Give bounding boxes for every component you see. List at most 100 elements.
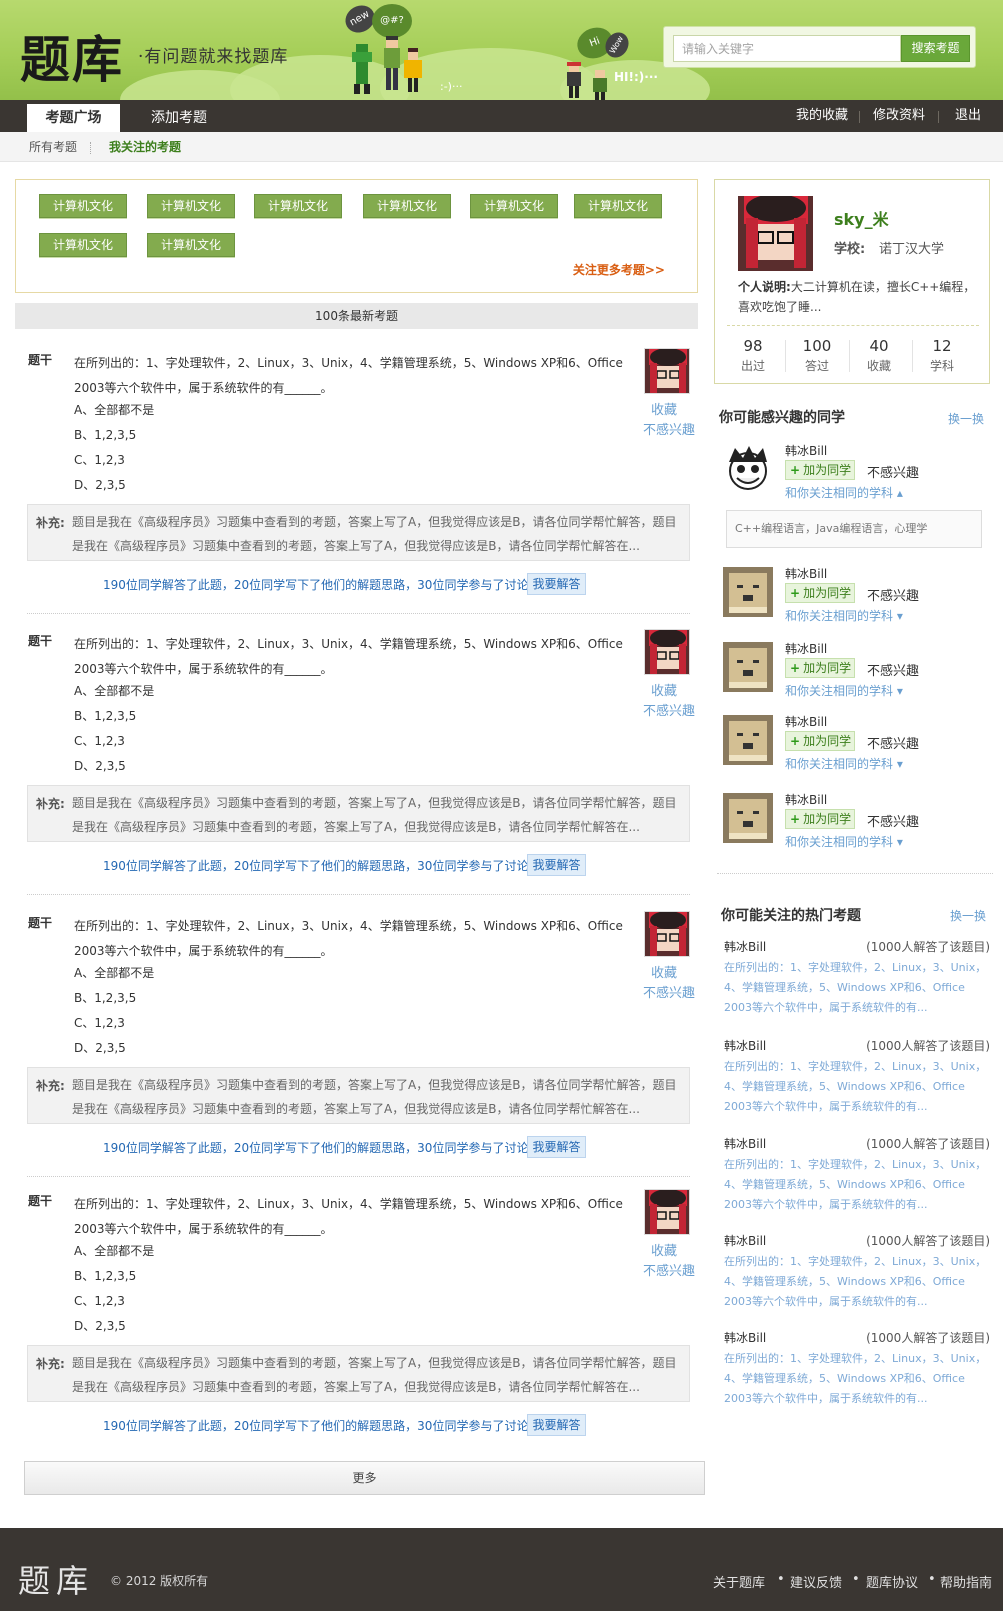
subnav-all-questions[interactable]: 所有考题 xyxy=(29,132,77,162)
collect-link[interactable]: 收藏 xyxy=(651,680,677,699)
hot-refresh-link[interactable]: 换一换 xyxy=(950,907,986,924)
my-favorites-link[interactable]: 我的收藏 xyxy=(796,100,848,132)
subject-tag[interactable]: 计算机文化 xyxy=(147,233,235,257)
site-logo[interactable]: 题库 xyxy=(20,20,124,92)
friends-refresh-link[interactable]: 换一换 xyxy=(948,410,984,427)
shared-subjects-toggle[interactable]: 和你关注相同的学科 ▾ xyxy=(785,607,903,624)
logout-link[interactable]: 退出 xyxy=(955,100,981,132)
friend-name[interactable]: 韩冰Bill xyxy=(785,791,827,808)
hot-question-text[interactable]: 在所列出的：1、字处理软件，2、Linux，3、Unix，4、学籍管理系统，5、… xyxy=(724,958,990,1018)
stat-posted[interactable]: 98 出过 xyxy=(723,337,783,374)
friend-not-interested-link[interactable]: 不感兴趣 xyxy=(867,462,919,481)
question-stats-link[interactable]: 190位同学解答了此题，20位同学写下了他们的解题思路，30位同学参与了讨论 xyxy=(103,1417,528,1434)
hot-question-author[interactable]: 韩冰Bill xyxy=(724,1037,766,1054)
shared-subjects-toggle[interactable]: 和你关注相同的学科 ▴ xyxy=(785,484,903,501)
friend-avatar[interactable] xyxy=(723,793,773,843)
answer-button[interactable]: 我要解答 xyxy=(527,573,586,595)
author-avatar[interactable] xyxy=(644,1189,690,1235)
friend-name[interactable]: 韩冰Bill xyxy=(785,640,827,657)
friend-not-interested-link[interactable]: 不感兴趣 xyxy=(867,811,919,830)
friend-not-interested-link[interactable]: 不感兴趣 xyxy=(867,585,919,604)
option-a: A、全部都不是 xyxy=(74,1244,155,1258)
question-stem[interactable]: 在所列出的：1、字处理软件，2、Linux，3、Unix，4、学籍管理系统，5、… xyxy=(74,632,639,682)
collect-link[interactable]: 收藏 xyxy=(651,399,677,418)
stat-favorites[interactable]: 40 收藏 xyxy=(849,337,909,374)
add-classmate-button[interactable]: + 加为同学 xyxy=(785,583,855,603)
answer-button[interactable]: 我要解答 xyxy=(527,1414,586,1436)
question-stem-label: 题干 xyxy=(28,353,53,367)
add-classmate-button[interactable]: + 加为同学 xyxy=(785,460,855,480)
add-classmate-button[interactable]: + 加为同学 xyxy=(785,809,855,829)
hot-question-author[interactable]: 韩冰Bill xyxy=(724,938,766,955)
not-interested-link[interactable]: 不感兴趣 xyxy=(643,1260,695,1279)
question-stats-link[interactable]: 190位同学解答了此题，20位同学写下了他们的解题思路，30位同学参与了讨论 xyxy=(103,576,528,593)
footer-link-about[interactable]: 关于题库 xyxy=(713,1572,765,1591)
hot-question-author[interactable]: 韩冰Bill xyxy=(724,1135,766,1152)
author-avatar[interactable] xyxy=(644,629,690,675)
shared-subjects-toggle[interactable]: 和你关注相同的学科 ▾ xyxy=(785,833,903,850)
collect-link[interactable]: 收藏 xyxy=(651,1240,677,1259)
supplement-text: 题目是我在《高级程序员》习题集中查看到的考题，答案上写了A，但我觉得应该是B，请… xyxy=(72,1356,677,1394)
answer-button[interactable]: 我要解答 xyxy=(527,854,586,876)
subnav-followed-questions[interactable]: 我关注的考题 xyxy=(109,132,181,162)
hot-question-text[interactable]: 在所列出的：1、字处理软件，2、Linux，3、Unix，4、学籍管理系统，5、… xyxy=(724,1349,990,1409)
friend-avatar[interactable] xyxy=(723,567,773,617)
footer-link-help[interactable]: 帮助指南 xyxy=(940,1572,992,1591)
option-b: B、1,2,3,5 xyxy=(74,1269,137,1283)
friend-name[interactable]: 韩冰Bill xyxy=(785,713,827,730)
question-stem[interactable]: 在所列出的：1、字处理软件，2、Linux，3、Unix，4、学籍管理系统，5、… xyxy=(74,914,639,964)
answer-button[interactable]: 我要解答 xyxy=(527,1136,586,1158)
friend-avatar[interactable] xyxy=(723,642,773,692)
subject-tag[interactable]: 计算机文化 xyxy=(574,194,662,218)
author-avatar[interactable] xyxy=(644,348,690,394)
hot-question-text[interactable]: 在所列出的：1、字处理软件，2、Linux，3、Unix，4、学籍管理系统，5、… xyxy=(724,1252,990,1312)
hot-question-text[interactable]: 在所列出的：1、字处理软件，2、Linux，3、Unix，4、学籍管理系统，5、… xyxy=(724,1155,990,1215)
speech-bubble-icon: @#? xyxy=(372,4,412,38)
add-classmate-button[interactable]: + 加为同学 xyxy=(785,658,855,678)
question-stem[interactable]: 在所列出的：1、字处理软件，2、Linux，3、Unix，4、学籍管理系统，5、… xyxy=(74,1192,639,1242)
subject-tag[interactable]: 计算机文化 xyxy=(39,194,127,218)
friend-name[interactable]: 韩冰Bill xyxy=(785,565,827,582)
profile-bio: 个人说明:大二计算机在读，擅长C++编程，喜欢吃饱了睡... xyxy=(738,277,978,317)
not-interested-link[interactable]: 不感兴趣 xyxy=(643,982,695,1001)
tab-question-square[interactable]: 考题广场 xyxy=(27,104,120,132)
subject-tag[interactable]: 计算机文化 xyxy=(254,194,342,218)
follow-more-subjects-link[interactable]: 关注更多考题>> xyxy=(573,261,665,278)
question-stats-link[interactable]: 190位同学解答了此题，20位同学写下了他们的解题思路，30位同学参与了讨论 xyxy=(103,1139,528,1156)
footer-link-feedback[interactable]: 建议反馈 xyxy=(790,1572,842,1591)
subject-tag[interactable]: 计算机文化 xyxy=(39,233,127,257)
hot-question-author[interactable]: 韩冰Bill xyxy=(724,1329,766,1346)
footer-link-agreement[interactable]: 题库协议 xyxy=(866,1572,918,1591)
add-classmate-label: 加为同学 xyxy=(803,734,852,748)
add-classmate-button[interactable]: + 加为同学 xyxy=(785,731,855,751)
friend-not-interested-link[interactable]: 不感兴趣 xyxy=(867,660,919,679)
subject-tag[interactable]: 计算机文化 xyxy=(470,194,558,218)
not-interested-link[interactable]: 不感兴趣 xyxy=(643,419,695,438)
collect-link[interactable]: 收藏 xyxy=(651,962,677,981)
question-stem[interactable]: 在所列出的：1、字处理软件，2、Linux，3、Unix，4、学籍管理系统，5、… xyxy=(74,351,639,401)
stat-answered[interactable]: 100 答过 xyxy=(787,337,847,374)
profile-username[interactable]: sky_米 xyxy=(834,206,889,230)
add-classmate-label: 加为同学 xyxy=(803,463,852,477)
profile-divider xyxy=(727,325,979,326)
friend-not-interested-link[interactable]: 不感兴趣 xyxy=(867,733,919,752)
search-input[interactable] xyxy=(673,35,901,62)
shared-subjects-toggle[interactable]: 和你关注相同的学科 ▾ xyxy=(785,682,903,699)
subject-tag[interactable]: 计算机文化 xyxy=(147,194,235,218)
load-more-button[interactable]: 更多 xyxy=(24,1461,705,1495)
hot-question-text[interactable]: 在所列出的：1、字处理软件，2、Linux，3、Unix，4、学籍管理系统，5、… xyxy=(724,1057,990,1117)
author-avatar[interactable] xyxy=(644,911,690,957)
profile-avatar[interactable] xyxy=(738,196,813,271)
hot-question-author[interactable]: 韩冰Bill xyxy=(724,1232,766,1249)
subject-tag[interactable]: 计算机文化 xyxy=(363,194,451,218)
question-stats-link[interactable]: 190位同学解答了此题，20位同学写下了他们的解题思路，30位同学参与了讨论 xyxy=(103,857,528,874)
edit-profile-link[interactable]: 修改资料 xyxy=(873,100,925,132)
not-interested-link[interactable]: 不感兴趣 xyxy=(643,700,695,719)
friend-name[interactable]: 韩冰Bill xyxy=(785,442,827,459)
tab-add-question[interactable]: 添加考题 xyxy=(135,104,223,132)
stat-subjects[interactable]: 12 学科 xyxy=(912,337,972,374)
friend-avatar[interactable] xyxy=(723,715,773,765)
friend-avatar[interactable] xyxy=(723,444,773,494)
search-button[interactable]: 搜索考题 xyxy=(901,35,970,62)
shared-subjects-toggle[interactable]: 和你关注相同的学科 ▾ xyxy=(785,755,903,772)
